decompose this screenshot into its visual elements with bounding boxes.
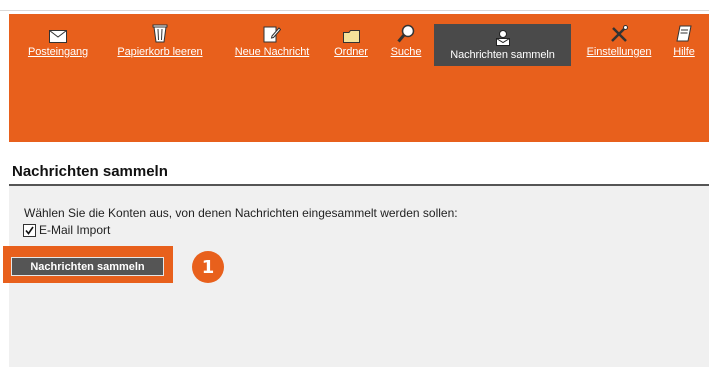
heading-band: Nachrichten sammeln	[9, 142, 709, 185]
account-option: E-Mail Import	[23, 222, 110, 238]
checkmark-icon	[25, 226, 34, 235]
toolbar-label: Posteingang	[27, 46, 89, 58]
toolbar-item-neue-nachricht[interactable]: Neue Nachricht	[222, 21, 322, 61]
toolbar-label: Neue Nachricht	[234, 46, 310, 58]
help-book-icon	[676, 23, 692, 43]
envelope-icon	[49, 23, 67, 43]
magnifier-icon	[397, 23, 415, 43]
toolbar-label: Ordner	[334, 46, 368, 58]
toolbar-item-nachrichten-sammeln[interactable]: Nachrichten sammeln	[434, 24, 571, 66]
toolbar-item-hilfe[interactable]: Hilfe	[667, 21, 701, 61]
toolbar-item-posteingang[interactable]: Posteingang	[17, 21, 99, 61]
compose-icon	[263, 23, 281, 43]
toolbar-item-suche[interactable]: Suche	[381, 21, 431, 61]
title-divider	[9, 184, 709, 186]
account-checkbox[interactable]	[23, 223, 36, 237]
toolbar-label: Nachrichten sammeln	[450, 49, 555, 61]
main-toolbar: Posteingang Papierkorb leeren Neue Nachr…	[9, 14, 709, 142]
top-divider	[0, 10, 709, 11]
toolbar-item-einstellungen[interactable]: Einstellungen	[576, 21, 662, 61]
toolbar-label: Einstellungen	[586, 46, 652, 58]
collect-mail-icon	[495, 26, 511, 46]
toolbar-label: Suche	[390, 46, 422, 58]
tools-icon	[610, 23, 628, 43]
account-label: E-Mail Import	[39, 223, 111, 237]
trash-icon	[151, 23, 169, 43]
folder-icon	[342, 23, 360, 43]
step-number-badge: 1	[192, 251, 224, 283]
instruction-text: Wählen Sie die Konten aus, von denen Nac…	[24, 206, 458, 220]
toolbar-item-ordner[interactable]: Ordner	[325, 21, 377, 61]
toolbar-item-papierkorb-leeren[interactable]: Papierkorb leeren	[101, 21, 219, 61]
collect-messages-button[interactable]: Nachrichten sammeln	[11, 257, 164, 276]
toolbar-label: Papierkorb leeren	[117, 46, 203, 58]
page-title: Nachrichten sammeln	[12, 163, 168, 180]
toolbar-label: Hilfe	[673, 46, 695, 58]
